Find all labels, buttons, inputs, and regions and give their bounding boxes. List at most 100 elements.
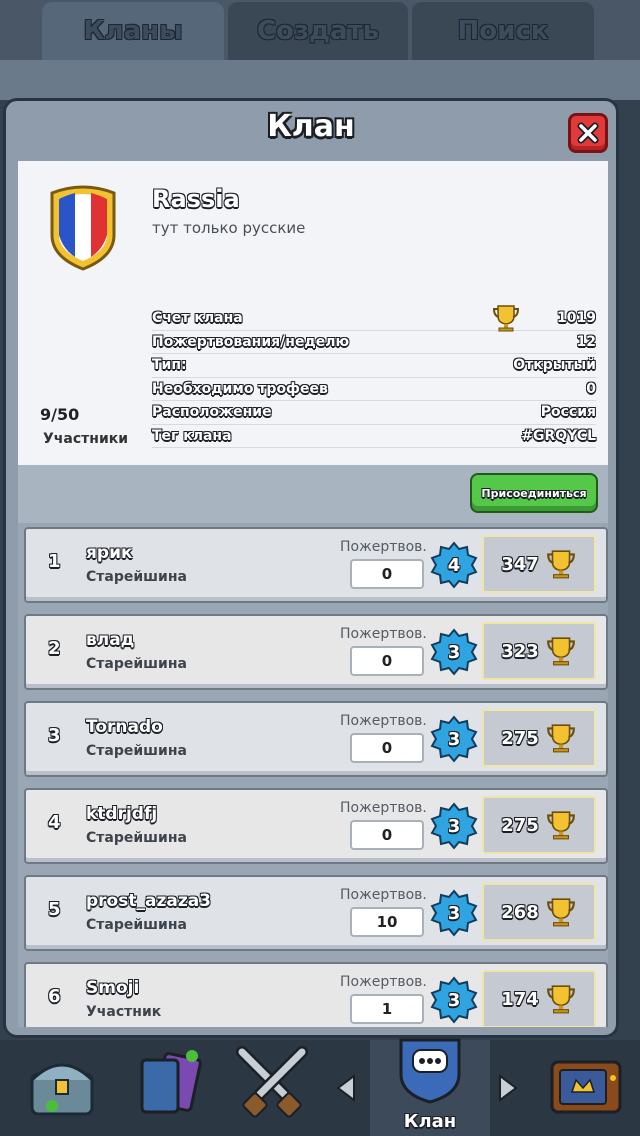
members-count: 9/50 <box>40 405 80 424</box>
clan-name: Rassia <box>152 185 240 213</box>
level-value: 3 <box>447 815 461 837</box>
clan-chat-icon <box>399 1038 461 1104</box>
clan-info-panel: Rassia тут только русские 9/50 Участники… <box>18 161 608 465</box>
close-icon <box>577 122 599 144</box>
member-row[interactable]: 4 ktdrjdfj Старейшина Пожертвов. 0 3 275 <box>24 788 608 864</box>
member-name: ярик <box>86 543 133 563</box>
trophy-icon <box>546 637 575 666</box>
donations-label: Пожертвов. <box>340 887 427 903</box>
stat-label: Пожертвования/неделю <box>152 333 350 350</box>
battle-swords-icon <box>236 1046 308 1118</box>
stat-row-score: Счет клана 1019 <box>152 305 596 332</box>
level-value: 3 <box>447 641 461 663</box>
stat-row-donations: Пожертвования/неделю 12 <box>152 331 596 354</box>
donations-label: Пожертвов. <box>340 800 427 816</box>
donations-value: 0 <box>350 646 424 676</box>
trophy-box: 347 <box>482 535 596 593</box>
donations-value: 0 <box>350 559 424 589</box>
level-badge: 3 <box>430 628 478 676</box>
nav-right-arrow-icon[interactable] <box>498 1074 518 1102</box>
stat-label: Необходимо трофеев <box>152 380 328 397</box>
member-name: влад <box>86 630 135 650</box>
bottom-nav: Клан <box>0 1038 640 1136</box>
nav-left-arrow-icon[interactable] <box>336 1074 356 1102</box>
member-role: Участник <box>86 1004 162 1020</box>
nav-tv-royale[interactable] <box>530 1040 638 1136</box>
donations-value: 1 <box>350 994 424 1024</box>
stat-value: Открытый <box>513 357 596 374</box>
member-row[interactable]: 5 prost_azaza3 Старейшина Пожертвов. 10 … <box>24 875 608 951</box>
member-name: Tornado <box>86 717 163 737</box>
stat-row-required-trophies: Необходимо трофеев 0 <box>152 378 596 401</box>
trophy-count: 275 <box>501 727 539 749</box>
chest-shop-icon <box>30 1063 94 1116</box>
trophy-count: 347 <box>501 553 539 575</box>
trophy-count: 323 <box>501 640 539 662</box>
stat-label: Счет клана <box>152 310 243 327</box>
trophy-count: 268 <box>501 901 539 923</box>
clan-description: тут только русские <box>152 219 306 237</box>
tab-label: Создать <box>256 16 380 46</box>
level-badge: 3 <box>430 715 478 763</box>
join-bar: Присоединиться <box>18 465 608 523</box>
level-badge: 3 <box>430 802 478 850</box>
nav-shop[interactable] <box>10 1040 118 1136</box>
level-value: 3 <box>447 989 461 1011</box>
members-list[interactable]: 1 ярик Старейшина Пожертвов. 0 4 347 2 в… <box>18 523 608 1027</box>
close-button[interactable] <box>568 113 608 153</box>
member-row[interactable]: 6 Smoji Участник Пожертвов. 1 3 174 <box>24 962 608 1027</box>
donations-value: 0 <box>350 820 424 850</box>
tab-create[interactable]: Создать <box>228 2 408 60</box>
donations-value: 10 <box>350 907 424 937</box>
member-role: Старейшина <box>86 656 187 672</box>
member-rank: 2 <box>48 638 61 659</box>
donations-value: 0 <box>350 733 424 763</box>
stat-row-type: Тип: Открытый <box>152 354 596 378</box>
member-rank: 4 <box>48 812 61 833</box>
clan-stats: Счет клана 1019 Пожертвования/неделю 12 … <box>152 305 596 448</box>
tab-strip <box>0 60 640 100</box>
trophy-icon <box>546 898 575 927</box>
tab-clans[interactable]: Кланы <box>42 2 224 60</box>
dialog-title: Клан <box>267 109 355 144</box>
member-rank: 6 <box>48 986 61 1007</box>
donations-label: Пожертвов. <box>340 974 427 990</box>
stat-label: Тип: <box>152 357 187 374</box>
tab-search[interactable]: Поиск <box>412 2 594 60</box>
member-role: Старейшина <box>86 743 187 759</box>
trophy-box: 174 <box>482 970 596 1027</box>
stat-row-tag: Тег клана #GRQYCL <box>152 425 596 448</box>
member-row[interactable]: 2 влад Старейшина Пожертвов. 0 3 323 <box>24 614 608 690</box>
member-role: Старейшина <box>86 830 187 846</box>
nav-clan-label: Клан <box>403 1111 457 1132</box>
cards-icon <box>140 1050 202 1114</box>
stat-label: Расположение <box>152 404 272 421</box>
stat-value: 12 <box>576 333 596 350</box>
trophy-box: 268 <box>482 883 596 941</box>
member-row[interactable]: 1 ярик Старейшина Пожертвов. 0 4 347 <box>24 527 608 603</box>
level-value: 3 <box>447 728 461 750</box>
member-rank: 1 <box>48 551 61 572</box>
trophy-box: 323 <box>482 622 596 680</box>
nav-cards[interactable] <box>118 1040 226 1136</box>
member-name: ktdrjdfj <box>86 804 158 824</box>
stat-row-location: Расположение Россия <box>152 401 596 425</box>
join-button[interactable]: Присоединиться <box>470 473 598 513</box>
clan-badge-icon <box>50 185 116 271</box>
trophy-icon <box>546 985 575 1014</box>
trophy-box: 275 <box>482 796 596 854</box>
nav-battle[interactable] <box>226 1040 334 1136</box>
level-value: 4 <box>447 554 461 576</box>
trophy-count: 174 <box>501 988 539 1010</box>
donations-label: Пожертвов. <box>340 539 427 555</box>
level-badge: 3 <box>430 976 478 1024</box>
nav-clan[interactable]: Клан <box>370 1038 490 1136</box>
level-badge: 4 <box>430 541 478 589</box>
member-rank: 3 <box>48 725 61 746</box>
stat-value: 1019 <box>557 310 596 327</box>
member-role: Старейшина <box>86 917 187 933</box>
donations-label: Пожертвов. <box>340 626 427 642</box>
tab-label: Поиск <box>457 16 549 46</box>
level-badge: 3 <box>430 889 478 937</box>
member-row[interactable]: 3 Tornado Старейшина Пожертвов. 0 3 275 <box>24 701 608 777</box>
